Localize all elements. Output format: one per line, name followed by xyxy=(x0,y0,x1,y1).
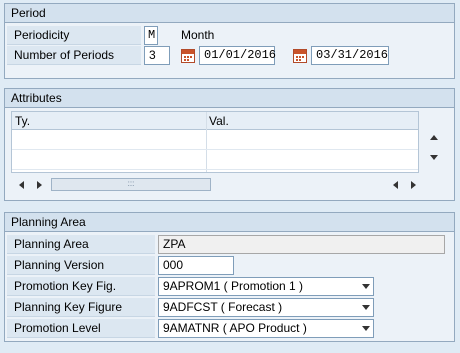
planning-key-figure-select[interactable]: 9ADFCST ( Forecast ) xyxy=(158,298,374,317)
column-header-type[interactable]: Ty. xyxy=(12,112,206,130)
planning-area-field: ZPA xyxy=(158,235,445,254)
table-row[interactable] xyxy=(12,150,418,170)
column-header-value[interactable]: Val. xyxy=(206,112,418,130)
promotion-level-label: Promotion Level xyxy=(7,319,155,338)
scroll-left-icon[interactable] xyxy=(393,181,398,189)
scroll-right-icon[interactable] xyxy=(37,181,42,189)
promotion-key-fig-label: Promotion Key Fig. xyxy=(7,277,155,296)
planning-version-label: Planning Version xyxy=(7,256,155,275)
vertical-scrollbar[interactable] xyxy=(423,111,445,173)
chevron-down-icon[interactable] xyxy=(362,305,370,310)
calendar-icon[interactable] xyxy=(293,49,307,63)
planning-area-group-title: Planning Area xyxy=(5,213,454,232)
scroll-right-icon[interactable] xyxy=(411,181,416,189)
date-from-input[interactable]: 01/01/2016 xyxy=(199,46,276,65)
horizontal-scrollbar[interactable]: ::: xyxy=(11,177,419,193)
table-row[interactable] xyxy=(12,130,418,150)
calendar-icon[interactable] xyxy=(181,49,195,63)
date-to-input[interactable]: 03/31/2016 xyxy=(311,46,389,65)
promotion-key-fig-select[interactable]: 9APROM1 ( Promotion 1 ) xyxy=(158,277,374,296)
periodicity-description: Month xyxy=(181,28,215,42)
chevron-down-icon[interactable] xyxy=(362,326,370,331)
planning-area-group: Planning Area Planning Area ZPA Planning… xyxy=(4,212,455,342)
scroll-up-icon[interactable] xyxy=(430,135,438,140)
planning-key-figure-label: Planning Key Figure xyxy=(7,298,155,317)
attributes-table: Ty. Val. xyxy=(11,111,419,173)
planning-key-figure-value: 9ADFCST ( Forecast ) xyxy=(163,300,283,314)
number-of-periods-input[interactable]: 3 xyxy=(144,46,170,65)
scrollbar-thumb[interactable]: ::: xyxy=(51,178,211,191)
periodicity-input[interactable]: M xyxy=(144,26,158,45)
promotion-key-fig-value: 9APROM1 ( Promotion 1 ) xyxy=(163,279,304,293)
number-of-periods-label: Number of Periods xyxy=(7,46,141,65)
attributes-group: Attributes Ty. Val. ::: xyxy=(4,88,455,201)
promotion-level-select[interactable]: 9AMATNR ( APO Product ) xyxy=(158,319,374,338)
scroll-left-icon[interactable] xyxy=(19,181,24,189)
chevron-down-icon[interactable] xyxy=(362,284,370,289)
period-group-title: Period xyxy=(5,4,454,23)
period-group: Period Periodicity M Month Number of Per… xyxy=(4,3,455,79)
planning-area-label: Planning Area xyxy=(7,235,155,254)
attributes-group-title: Attributes xyxy=(5,89,454,108)
promotion-level-value: 9AMATNR ( APO Product ) xyxy=(163,321,307,335)
planning-version-input[interactable]: 000 xyxy=(158,256,234,275)
periodicity-label: Periodicity xyxy=(7,26,141,45)
scroll-down-icon[interactable] xyxy=(430,155,438,160)
